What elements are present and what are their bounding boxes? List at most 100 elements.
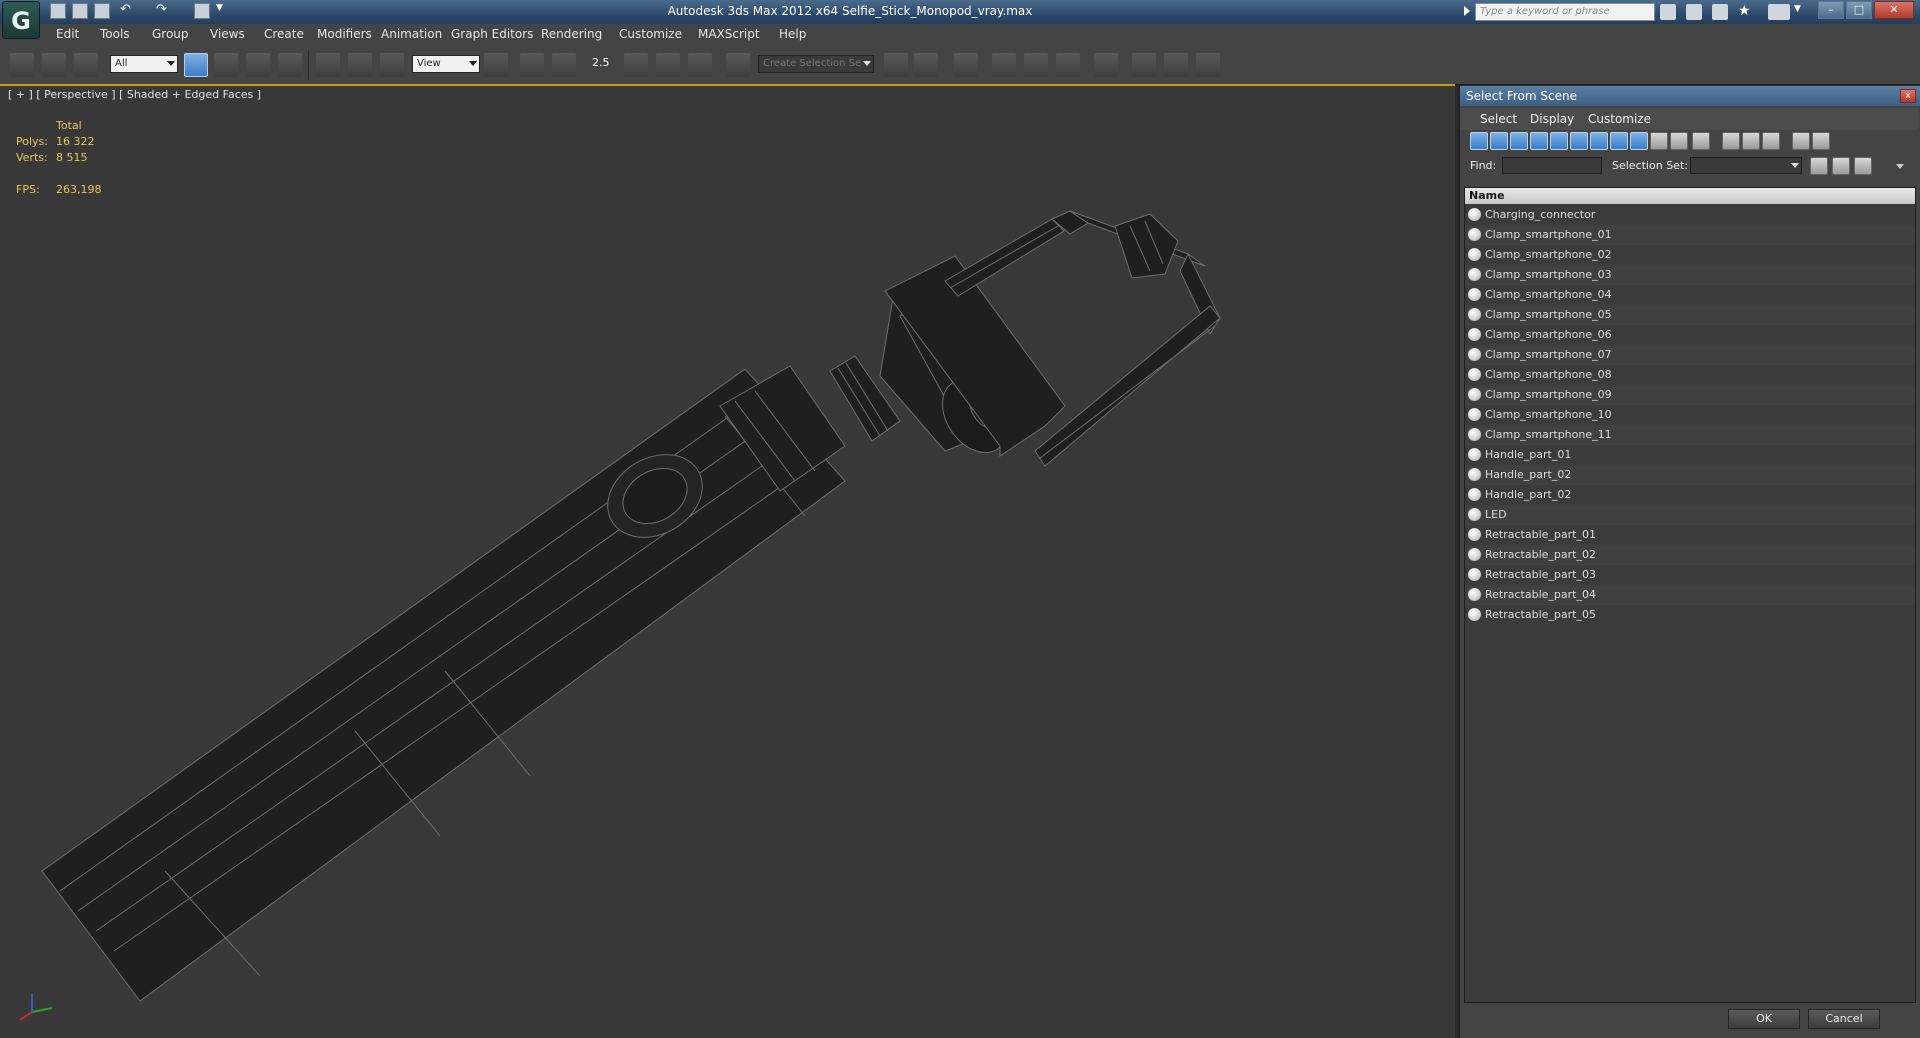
- subscription-icon[interactable]: [1712, 4, 1728, 20]
- list-item[interactable]: Clamp_smartphone_03: [1465, 265, 1915, 285]
- chevron-down-icon[interactable]: ▼: [1794, 4, 1804, 20]
- open-file-icon[interactable]: [72, 3, 88, 19]
- display-space-warps-icon[interactable]: [1570, 132, 1588, 150]
- list-item[interactable]: Handle_part_02: [1465, 465, 1915, 485]
- display-lights-icon[interactable]: [1510, 132, 1528, 150]
- create-set-icon[interactable]: [1810, 157, 1828, 175]
- display-cameras-icon[interactable]: [1530, 132, 1548, 150]
- select-manipulate-icon[interactable]: [520, 53, 544, 77]
- binoculars-icon[interactable]: [1660, 4, 1676, 20]
- list-item[interactable]: Clamp_smartphone_10: [1465, 405, 1915, 425]
- unlink-icon[interactable]: [42, 53, 66, 77]
- menu-tools[interactable]: Tools: [100, 27, 130, 41]
- selection-filter-dropdown[interactable]: All: [110, 55, 178, 73]
- list-item[interactable]: Retractable_part_05: [1465, 605, 1915, 625]
- list-item[interactable]: Clamp_smartphone_07: [1465, 345, 1915, 365]
- list-item[interactable]: Retractable_part_04: [1465, 585, 1915, 605]
- display-helpers-icon[interactable]: [1550, 132, 1568, 150]
- list-item[interactable]: Clamp_smartphone_04: [1465, 285, 1915, 305]
- move-icon[interactable]: [316, 53, 340, 77]
- list-item[interactable]: Handle_part_01: [1465, 445, 1915, 465]
- link-icon[interactable]: [10, 53, 34, 77]
- filter-icon[interactable]: [1792, 132, 1810, 150]
- material-editor-icon[interactable]: [1094, 53, 1118, 77]
- named-selection-dropdown[interactable]: Create Selection Se: [758, 55, 874, 73]
- display-shapes-icon[interactable]: [1490, 132, 1508, 150]
- list-item[interactable]: Retractable_part_01: [1465, 525, 1915, 545]
- list-item[interactable]: LED: [1465, 505, 1915, 525]
- scale-icon[interactable]: [380, 53, 404, 77]
- selfie-stick-wireframe-model[interactable]: [0, 86, 1455, 1038]
- display-geometry-icon[interactable]: [1470, 132, 1488, 150]
- advanced-filter-icon[interactable]: [1812, 132, 1830, 150]
- display-containers-icon[interactable]: [1650, 132, 1668, 150]
- chevron-down-icon[interactable]: [1896, 164, 1904, 169]
- display-bones-icon[interactable]: [1630, 132, 1648, 150]
- layer-manager-icon[interactable]: [954, 53, 978, 77]
- menu-maxscript[interactable]: MAXScript: [698, 27, 760, 41]
- select-object-icon[interactable]: [184, 53, 208, 77]
- spinner-snap-icon[interactable]: [688, 53, 712, 77]
- pivot-center-icon[interactable]: [484, 53, 508, 77]
- list-item[interactable]: Retractable_part_03: [1465, 565, 1915, 585]
- list-item[interactable]: Charging_connector: [1465, 205, 1915, 225]
- minimize-button[interactable]: –: [1818, 1, 1844, 19]
- dialog-menu-select[interactable]: Select: [1480, 112, 1517, 126]
- menu-rendering[interactable]: Rendering: [541, 27, 602, 41]
- save-file-icon[interactable]: [94, 3, 110, 19]
- close-button[interactable]: ✕: [1874, 1, 1914, 19]
- dialog-close-button[interactable]: x: [1900, 89, 1916, 103]
- keyboard-shortcut-icon[interactable]: [552, 53, 576, 77]
- menu-group[interactable]: Group: [152, 27, 189, 41]
- perspective-viewport[interactable]: [ + ] [ Perspective ] [ Shaded + Edged F…: [0, 86, 1455, 1038]
- select-invert-icon[interactable]: [1762, 132, 1780, 150]
- select-by-name-icon[interactable]: [214, 53, 238, 77]
- star-icon[interactable]: ★: [1738, 4, 1754, 20]
- edit-named-selection-icon[interactable]: [726, 53, 750, 77]
- list-item[interactable]: Clamp_smartphone_09: [1465, 385, 1915, 405]
- app-logo-icon[interactable]: G: [2, 1, 40, 39]
- remove-from-set-icon[interactable]: [1854, 157, 1872, 175]
- menu-customize[interactable]: Customize: [619, 27, 682, 41]
- list-item[interactable]: Clamp_smartphone_08: [1465, 365, 1915, 385]
- angle-snap-icon[interactable]: [624, 53, 648, 77]
- display-frozen-icon[interactable]: [1670, 132, 1688, 150]
- help-icon[interactable]: [1768, 4, 1790, 20]
- list-item[interactable]: Retractable_part_02: [1465, 545, 1915, 565]
- render-production-icon[interactable]: [1196, 53, 1220, 77]
- menu-views[interactable]: Views: [210, 27, 245, 41]
- graphite-tools-icon[interactable]: [992, 53, 1016, 77]
- window-crossing-icon[interactable]: [278, 53, 302, 77]
- new-file-icon[interactable]: [50, 3, 66, 19]
- dialog-menu-display[interactable]: Display: [1530, 112, 1574, 126]
- list-item[interactable]: Clamp_smartphone_11: [1465, 425, 1915, 445]
- mirror-icon[interactable]: [884, 53, 908, 77]
- rendered-frame-window-icon[interactable]: [1164, 53, 1188, 77]
- find-input[interactable]: [1502, 157, 1602, 174]
- rotate-icon[interactable]: [348, 53, 372, 77]
- cancel-button[interactable]: Cancel: [1808, 1009, 1880, 1029]
- communication-center-icon[interactable]: [1686, 4, 1702, 20]
- percent-snap-icon[interactable]: [656, 53, 680, 77]
- list-item[interactable]: Clamp_smartphone_02: [1465, 245, 1915, 265]
- chevron-down-icon[interactable]: ▼: [216, 3, 226, 19]
- display-xrefs-icon[interactable]: [1610, 132, 1628, 150]
- column-header-name[interactable]: Name: [1465, 188, 1915, 204]
- rectangular-selection-icon[interactable]: [246, 53, 270, 77]
- menu-help[interactable]: Help: [779, 27, 806, 41]
- maximize-button[interactable]: □: [1846, 1, 1872, 19]
- redo-icon[interactable]: ↷: [156, 3, 172, 19]
- add-to-set-icon[interactable]: [1832, 157, 1850, 175]
- render-setup-icon[interactable]: [1132, 53, 1156, 77]
- list-item[interactable]: Clamp_smartphone_01: [1465, 225, 1915, 245]
- snaps-toggle-icon[interactable]: 2.5: [592, 53, 616, 77]
- menu-edit[interactable]: Edit: [56, 27, 79, 41]
- schematic-view-icon[interactable]: [1056, 53, 1080, 77]
- list-item[interactable]: Clamp_smartphone_06: [1465, 325, 1915, 345]
- chevron-right-icon[interactable]: [1464, 6, 1470, 16]
- search-input[interactable]: Type a keyword or phrase: [1475, 3, 1655, 21]
- selection-set-dropdown[interactable]: [1690, 157, 1802, 174]
- reference-coordinate-dropdown[interactable]: View: [412, 55, 480, 73]
- dialog-menu-customize[interactable]: Customize: [1588, 112, 1651, 126]
- menu-graph-editors[interactable]: Graph Editors: [451, 27, 533, 41]
